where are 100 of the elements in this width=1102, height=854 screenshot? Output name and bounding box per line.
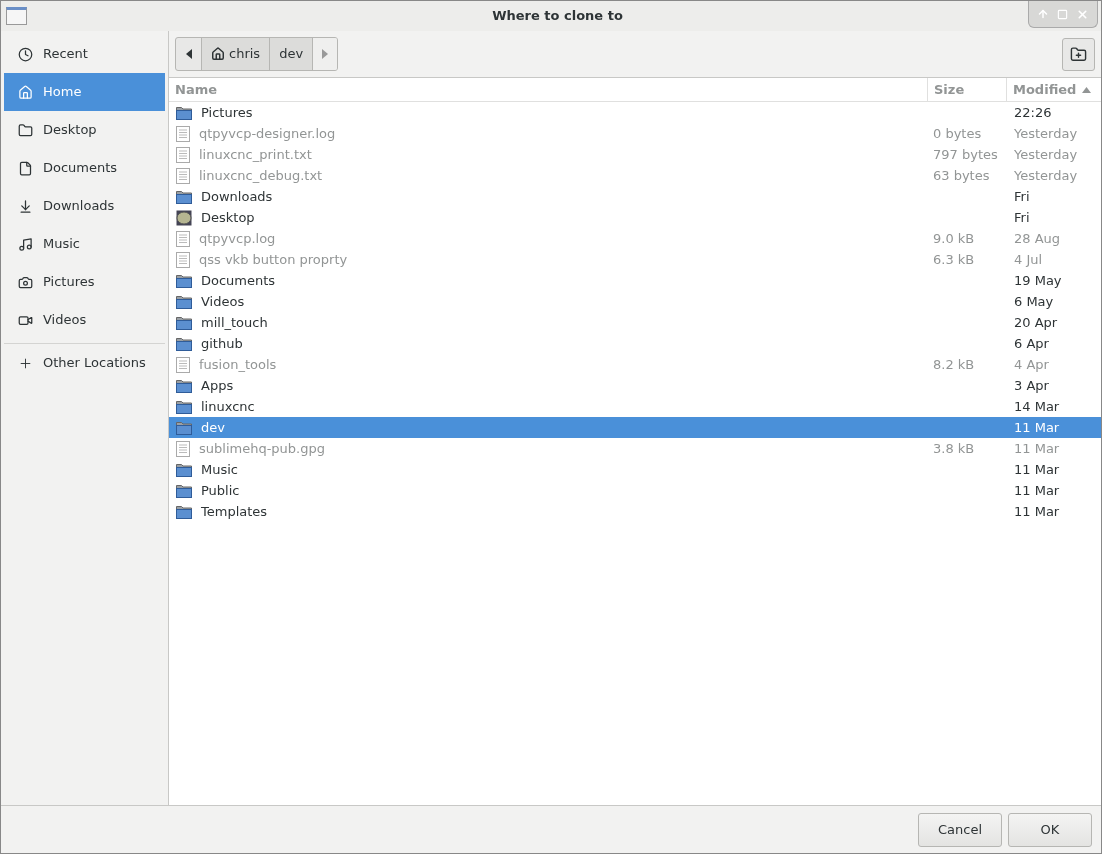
file-row[interactable]: Apps 3 Apr [169, 375, 1101, 396]
file-size: 797 bytes [933, 146, 998, 162]
file-row[interactable]: Videos 6 May [169, 291, 1101, 312]
file-modified: 4 Jul [1014, 251, 1043, 267]
file-name: fusion_tools [199, 355, 277, 374]
sidebar-item[interactable]: Recent [4, 35, 165, 73]
file-modified: 4 Apr [1014, 356, 1049, 372]
file-name: Templates [201, 502, 268, 521]
file-name: Downloads [201, 187, 273, 206]
file-row[interactable]: mill_touch 20 Apr [169, 312, 1101, 333]
sidebar-item[interactable]: Documents [4, 149, 165, 187]
forward-arrow-button[interactable] [313, 38, 338, 70]
file-name: qss vkb button proprty [199, 250, 348, 269]
file-modified: Fri [1014, 209, 1030, 225]
folder-icon [18, 122, 33, 138]
file-name: Videos [201, 292, 245, 311]
desktop-icon [176, 209, 192, 226]
sidebar-item[interactable]: Videos [4, 301, 165, 339]
folder-icon [176, 399, 192, 414]
file-name: Documents [201, 271, 276, 290]
file-modified: Yesterday [1014, 125, 1078, 141]
folder-icon [176, 273, 192, 288]
shade-icon[interactable] [1037, 8, 1049, 20]
text-file-icon [176, 125, 190, 142]
sidebar-item[interactable]: Downloads [4, 187, 165, 225]
text-file-icon [176, 167, 190, 184]
clock-icon [18, 46, 33, 62]
folder-icon [176, 105, 192, 120]
right-triangle-icon [322, 49, 329, 59]
file-size: 63 bytes [933, 167, 990, 183]
house-icon [211, 47, 225, 61]
sidebar-item[interactable]: Desktop [4, 111, 165, 149]
file-row[interactable]: Pictures 22:26 [169, 102, 1101, 123]
text-file-icon [176, 440, 190, 457]
plus-icon [18, 355, 33, 371]
file-modified: 6 Apr [1014, 335, 1049, 351]
folder-icon [176, 189, 192, 204]
sidebar-item[interactable]: Music [4, 225, 165, 263]
dialog-button[interactable]: OK [1008, 812, 1092, 847]
file-modified: 20 Apr [1014, 314, 1058, 330]
file-row[interactable]: Templates 11 Mar [169, 501, 1101, 522]
new-folder-icon [1070, 45, 1087, 63]
text-file-icon [176, 146, 190, 163]
file-name: Desktop [201, 208, 255, 227]
dialog-button[interactable]: Cancel [918, 812, 1002, 847]
file-name: mill_touch [201, 313, 268, 332]
folder-icon [176, 336, 192, 351]
text-file-icon [176, 230, 190, 247]
file-modified: 6 May [1014, 293, 1054, 309]
file-modified: Fri [1014, 188, 1030, 204]
close-icon[interactable] [1076, 7, 1089, 21]
file-name: Apps [201, 376, 234, 395]
file-modified: 28 Aug [1014, 230, 1061, 246]
file-modified: 22:26 [1014, 104, 1052, 120]
left-triangle-icon [185, 49, 192, 59]
file-name: github [201, 334, 243, 353]
file-name: Pictures [201, 103, 253, 122]
path-segment[interactable]: chris [202, 38, 271, 70]
file-row[interactable]: Desktop Fri [169, 207, 1101, 228]
file-size: 9.0 kB [933, 230, 975, 246]
file-size: 6.3 kB [933, 251, 975, 267]
folder-icon [176, 504, 192, 519]
file-name: sublimehq-pub.gpg [199, 439, 325, 458]
file-size: 3.8 kB [933, 440, 975, 456]
file-modified: 11 Mar [1014, 482, 1060, 498]
file-name: qtpyvcp-designer.log [199, 124, 336, 143]
document-icon [18, 160, 33, 176]
file-row[interactable]: Downloads Fri [169, 186, 1101, 207]
sort-ascending-icon [1082, 86, 1092, 93]
file-name: Music [201, 460, 238, 479]
file-row[interactable]: Music 11 Mar [169, 459, 1101, 480]
file-modified: 19 May [1014, 272, 1062, 288]
file-name: dev [201, 418, 225, 437]
file-name: linuxcnc [201, 397, 255, 416]
text-file-icon [176, 356, 190, 373]
file-name: Public [201, 481, 240, 500]
new-folder-button[interactable] [1062, 37, 1095, 71]
sidebar-item[interactable]: Other Locations [4, 348, 165, 378]
music-note-icon [18, 236, 33, 252]
file-row[interactable]: github 6 Apr [169, 333, 1101, 354]
file-modified: 11 Mar [1014, 440, 1060, 456]
file-modified: Yesterday [1014, 146, 1078, 162]
file-row[interactable]: Documents 19 May [169, 270, 1101, 291]
file-size: 0 bytes [933, 125, 982, 141]
file-modified: 3 Apr [1014, 377, 1049, 393]
window-title: Where to clone to [492, 7, 623, 26]
path-segment[interactable]: dev [270, 38, 314, 70]
download-icon [18, 198, 33, 214]
file-name: linuxcnc_print.txt [199, 145, 312, 164]
camera-icon [18, 274, 33, 290]
file-row[interactable]: Public 11 Mar [169, 480, 1101, 501]
file-modified: 14 Mar [1014, 398, 1060, 414]
file-name: linuxcnc_debug.txt [199, 166, 323, 185]
house-icon [18, 84, 33, 100]
maximize-icon[interactable] [1057, 8, 1068, 20]
sidebar-item[interactable]: Pictures [4, 263, 165, 301]
window-icon [6, 7, 27, 25]
folder-icon [176, 483, 192, 498]
file-name: qtpyvcp.log [199, 229, 276, 248]
file-row[interactable]: linuxcnc 14 Mar [169, 396, 1101, 417]
